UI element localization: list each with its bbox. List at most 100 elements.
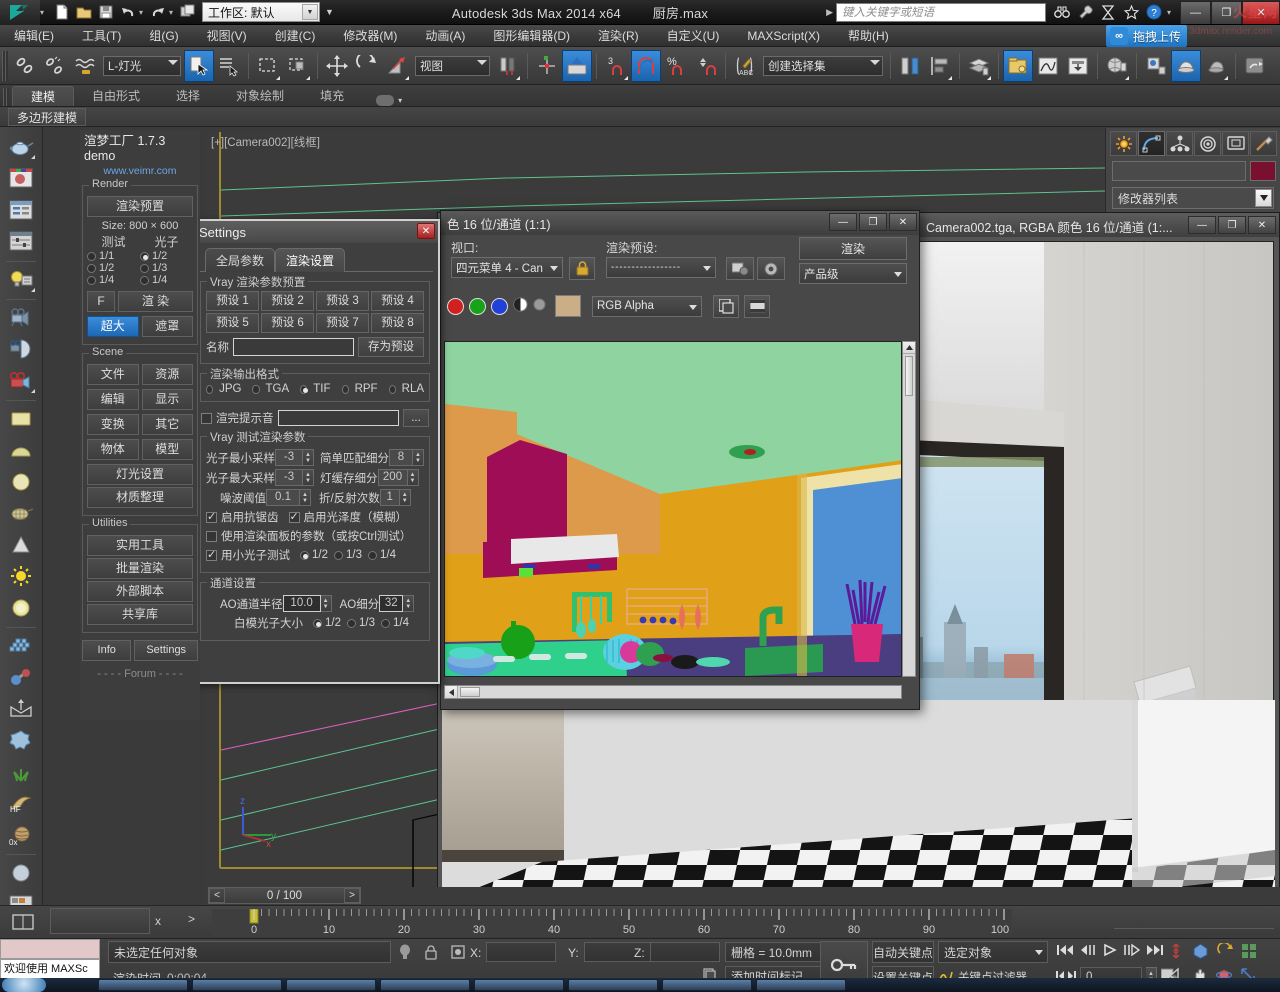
z-coordinate-field[interactable]	[650, 942, 720, 962]
ao-subdiv-spin-arrows[interactable]: ▲ ▼	[403, 595, 415, 612]
dome-primitive-icon[interactable]	[4, 436, 38, 465]
simple-subdiv-spin-arrows[interactable]: ▲ ▼	[413, 449, 424, 466]
viewport-layout-icon[interactable]	[3, 908, 43, 936]
time-prev-frame-button[interactable]: <	[209, 888, 225, 903]
small-photon-checkbox[interactable]	[206, 548, 217, 561]
project-folder-icon[interactable]	[177, 2, 198, 23]
scene-model-button[interactable]: 模型	[141, 439, 193, 460]
menu-item-edit[interactable]: 编辑(E)	[0, 25, 68, 47]
gloss-checkbox[interactable]	[288, 510, 300, 523]
menu-item-customize[interactable]: 自定义(U)	[653, 25, 734, 47]
play-animation-icon[interactable]	[1102, 943, 1118, 960]
light-settings-button[interactable]: 灯光设置	[87, 464, 193, 485]
bind-to-space-warp-icon[interactable]	[70, 50, 100, 82]
vfb-minimize-button[interactable]: —	[829, 213, 857, 231]
ribbon-subtab-poly-modeling[interactable]: 多边形建模	[8, 107, 87, 126]
vfb-preset-combo[interactable]: - - - - - - - - - - - - - - - - -	[606, 257, 716, 278]
utility-tools-button[interactable]: 实用工具	[87, 535, 193, 556]
ribbon-overflow[interactable]: ▾	[376, 95, 402, 106]
noise-spin-arrows[interactable]: ▲ ▼	[300, 489, 311, 506]
simple-subdiv-value[interactable]: 8	[389, 449, 413, 466]
taskbar-item-6[interactable]	[568, 979, 658, 991]
window-crossing-icon[interactable]	[283, 50, 313, 82]
aa-checkbox[interactable]	[206, 510, 217, 523]
key-mode-arrow-icon[interactable]	[1035, 950, 1043, 955]
simple-subdiv-spinner[interactable]: 8 ▲ ▼	[389, 449, 424, 466]
format-radio-rpf[interactable]	[341, 384, 349, 394]
selection-filter-combo[interactable]: L-灯光	[103, 55, 181, 76]
settings-title-bar[interactable]: Settings ✕	[192, 221, 438, 243]
photon-max-value[interactable]: -3	[275, 469, 303, 486]
small-photon-radio-third[interactable]	[334, 550, 343, 560]
select-and-move-icon[interactable]	[322, 50, 352, 82]
external-script-button[interactable]: 外部脚本	[87, 581, 193, 602]
menu-item-graph-editors[interactable]: 图形编辑器(D)	[479, 25, 584, 47]
vfb-horizontal-scrollbar[interactable]	[444, 685, 902, 699]
forum-link[interactable]: - - - - Forum - - - -	[80, 668, 200, 680]
ribbon-overflow-arrow-icon[interactable]: ▾	[398, 96, 402, 105]
photon-min-spin-arrows[interactable]: ▲ ▼	[303, 449, 314, 466]
scene-edit-button[interactable]: 编辑	[87, 389, 139, 410]
workspace-more-icon[interactable]: ▼	[325, 7, 334, 17]
sound-browse-button[interactable]: ...	[403, 409, 429, 427]
ribbon-tab-object-paint[interactable]: 对象绘制	[218, 86, 302, 106]
list-panel-icon[interactable]	[4, 195, 38, 224]
photo-minimize-button[interactable]: —	[1188, 216, 1216, 234]
select-and-place-icon[interactable]	[562, 49, 592, 82]
align-icon[interactable]	[925, 50, 955, 82]
redo-dropdown-icon[interactable]: ▾	[169, 2, 176, 23]
preset-button-2[interactable]: 预设 2	[261, 291, 314, 311]
plane-primitive-icon[interactable]	[4, 404, 38, 433]
x-coordinate-field[interactable]	[486, 942, 556, 962]
array-tool-icon[interactable]	[4, 631, 38, 660]
app-logo-icon[interactable]	[0, 0, 40, 25]
menu-item-views[interactable]: 视图(V)	[193, 25, 261, 47]
tab-create[interactable]	[1110, 131, 1137, 156]
material-organize-button[interactable]: 材质整理	[87, 487, 193, 508]
render-in-cloud-icon[interactable]	[1240, 50, 1270, 82]
use-panel-checkbox[interactable]	[206, 530, 217, 542]
sun-light-icon[interactable]	[4, 561, 38, 590]
rectangular-selection-region-icon[interactable]	[253, 50, 283, 82]
arc-rotate-icon[interactable]	[1217, 941, 1233, 962]
selection-filter-arrow-icon[interactable]	[168, 59, 178, 65]
select-and-scale-icon[interactable]	[382, 50, 412, 82]
scene-other-button[interactable]: 其它	[141, 414, 193, 435]
plugin-url[interactable]: www.veimr.com	[80, 165, 200, 177]
scene-display-button[interactable]: 显示	[141, 389, 193, 410]
taskbar-item-7[interactable]	[662, 979, 752, 991]
preset-button-5[interactable]: 预设 5	[206, 313, 259, 333]
reference-coordinate-arrow-icon[interactable]	[477, 59, 487, 65]
vfb-clone-button[interactable]	[713, 294, 739, 318]
camera-red-icon[interactable]	[4, 366, 38, 395]
scene-transform-button[interactable]: 变换	[87, 414, 139, 435]
vfb-channel-combo[interactable]: RGB Alpha	[592, 295, 702, 317]
vfb-quality-arrow-icon[interactable]	[894, 272, 902, 277]
logo-dropdown-icon[interactable]: ▾	[40, 2, 47, 23]
use-pivot-center-icon[interactable]	[493, 50, 523, 82]
grass-foliage-icon[interactable]	[4, 757, 38, 786]
ribbon-tab-selection[interactable]: 选择	[158, 86, 218, 106]
minilistener-expand-icon[interactable]: >	[188, 912, 195, 926]
camera-target-icon[interactable]	[4, 335, 38, 364]
new-file-icon[interactable]	[51, 2, 72, 23]
rendered-frame-window-icon[interactable]	[1171, 49, 1201, 82]
camera-icon[interactable]	[4, 303, 38, 332]
start-button[interactable]	[2, 978, 46, 992]
scene-file-button[interactable]: 文件	[87, 364, 139, 385]
lightcache-spinner[interactable]: 200 ▲ ▼	[377, 469, 419, 486]
rendered-frame-window[interactable]: 色 16 位/通道 (1:1) — ❐ ✕ 视口: 四元菜单 4 - Can 渲…	[440, 210, 920, 710]
f-button[interactable]: F	[87, 291, 115, 312]
zoom-icon[interactable]	[1168, 943, 1184, 962]
next-frame-icon[interactable]	[1123, 943, 1141, 960]
photon-radio-1[interactable]: 1/2	[140, 250, 193, 262]
vfb-close-button[interactable]: ✕	[889, 213, 917, 231]
lightcache-value[interactable]: 200	[377, 469, 408, 486]
vfb-render-settings-button[interactable]	[757, 257, 785, 280]
unwrap-uvw-icon[interactable]	[4, 694, 38, 723]
reference-coordinate-combo[interactable]: 视图	[415, 55, 490, 76]
settings-close-button[interactable]: ✕	[417, 223, 435, 239]
named-selection-set-combo[interactable]: 创建选择集	[763, 55, 883, 76]
vfb-vertical-scrollbar[interactable]	[902, 341, 916, 677]
sound-checkbox[interactable]	[201, 412, 212, 424]
